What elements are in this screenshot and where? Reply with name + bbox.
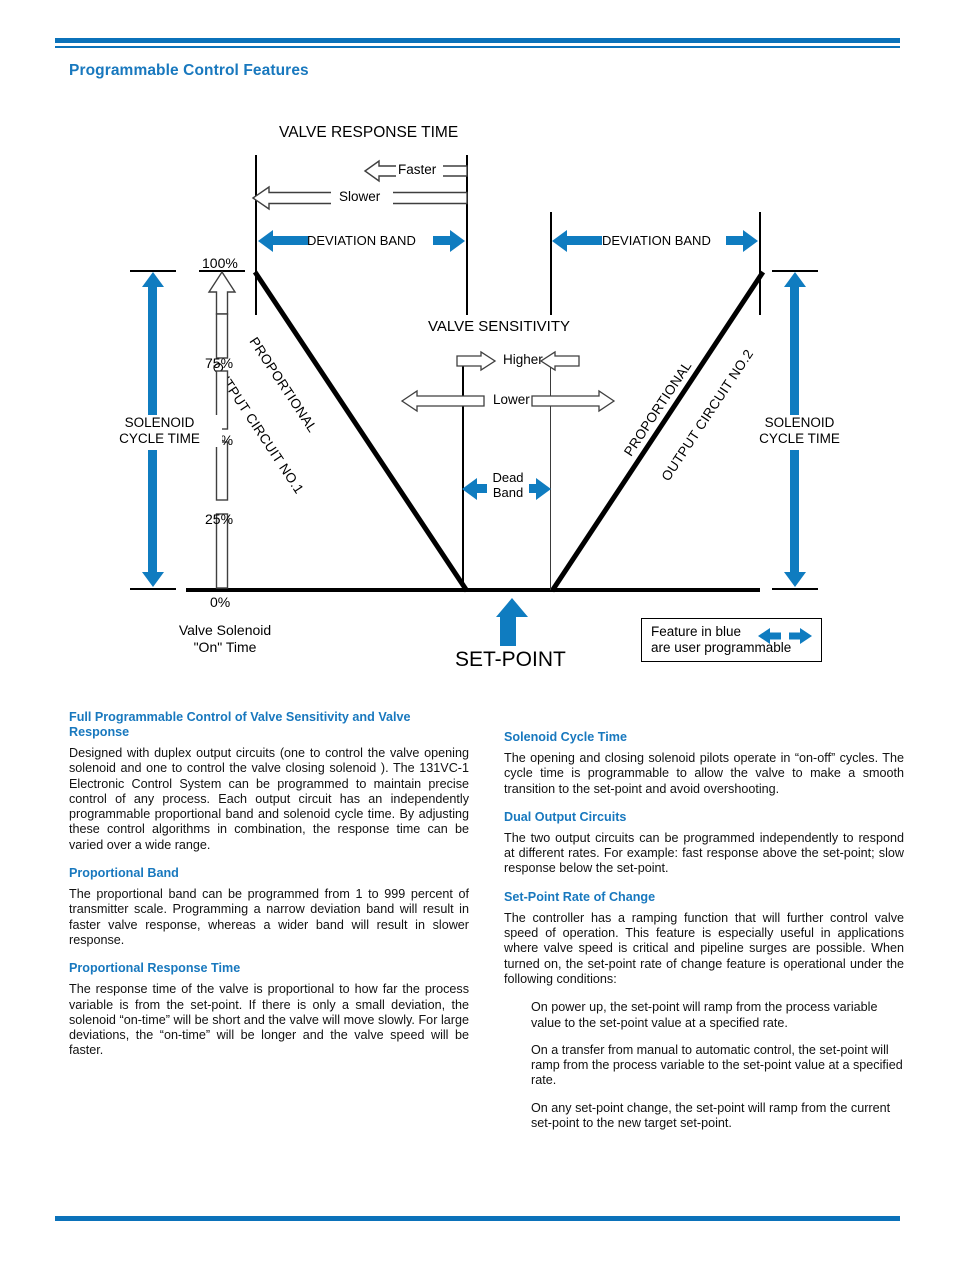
dead-band-line2: Band — [492, 485, 524, 500]
heading-solenoid-cycle-time: Solenoid Cycle Time — [504, 730, 627, 744]
bullet-setpoint-change: On any set-point change, the set-point w… — [531, 1100, 891, 1131]
deviation-band-left-head-right — [450, 230, 465, 252]
label-solenoid-cycle-time-left: SOLENOID CYCLE TIME — [97, 415, 222, 447]
label-higher: Higher — [503, 352, 543, 367]
axis-caption-line2: "On" Time — [193, 639, 257, 655]
page-title: Programmable Control Features — [69, 62, 309, 79]
solenoid-left-head-up — [142, 272, 164, 287]
heading-proportional-response-time: Proportional Response Time — [69, 961, 241, 976]
dead-band-line1: Dead — [492, 470, 524, 485]
diagram-title-valve-sensitivity: VALVE SENSITIVITY — [428, 318, 570, 335]
setpoint-arrow-bar — [500, 616, 516, 646]
deviation-band-right-head-left — [552, 230, 567, 252]
scale-label-100: 100% — [202, 255, 238, 271]
higher-arrow-left-icon — [456, 350, 497, 372]
label-lower: Lower — [493, 392, 530, 407]
solenoid-right-bar-upper — [790, 287, 799, 432]
label-faster: Faster — [396, 162, 439, 177]
solenoid-right-line1: SOLENOID — [764, 415, 835, 430]
header-rule-thick — [55, 38, 900, 43]
lower-arrow-left-icon — [400, 389, 485, 413]
deviation-band-right-bar-left — [567, 236, 602, 245]
para-solenoid-cycle-time: The opening and closing solenoid pilots … — [504, 751, 904, 796]
higher-arrow-right-icon — [539, 350, 580, 372]
solenoid-right-tick-bottom — [772, 588, 818, 590]
solenoid-right-head-down — [784, 572, 806, 587]
solenoid-left-line1: SOLENOID — [124, 415, 195, 430]
label-deviation-band-left: DEVIATION BAND — [307, 233, 416, 248]
column-right: Solenoid Cycle Time The opening and clos… — [504, 730, 904, 1143]
solenoid-right-bar-lower — [790, 450, 799, 572]
bullet-manual-to-automatic: On a transfer from manual to automatic c… — [531, 1042, 903, 1088]
dead-band-head-right — [536, 478, 551, 500]
para-dual-output-circuits: The two output circuits can be programme… — [504, 830, 904, 876]
deviation-band-right-head-right — [743, 230, 758, 252]
column-left: Full Programmable Control of Valve Sensi… — [69, 710, 469, 1059]
deviation-band-left-head-left — [258, 230, 273, 252]
solenoid-left-bar-lower — [148, 450, 157, 572]
deviation-band-left-bar-left — [273, 236, 308, 245]
heading-full-programmable-control: Full Programmable Control of Valve Sensi… — [69, 710, 411, 739]
solenoid-left-line2: CYCLE TIME — [119, 431, 200, 446]
setpoint-arrow-head — [496, 598, 528, 617]
label-dead-band: Dead Band — [487, 470, 529, 500]
label-setpoint: SET-POINT — [455, 648, 566, 671]
label-slower: Slower — [337, 189, 383, 204]
legend-blue-arrows-icon — [758, 628, 812, 644]
solenoid-left-tick-bottom — [130, 588, 176, 590]
axis-caption-valve-solenoid-on-time: Valve Solenoid "On" Time — [150, 622, 300, 656]
solenoid-right-head-up — [784, 272, 806, 287]
para-proportional-band: The proportional band can be programmed … — [69, 887, 469, 947]
label-deviation-band-right: DEVIATION BAND — [602, 233, 711, 248]
para-set-point-rate-of-change: The controller has a ramping function th… — [504, 910, 904, 986]
diagram-title-valve-response-time: VALVE RESPONSE TIME — [279, 124, 459, 141]
bullet-power-up: On power up, the set-point will ramp fro… — [531, 1000, 878, 1030]
footer-rule — [55, 1216, 900, 1221]
deviation-band-left-bar-right — [433, 236, 451, 245]
solenoid-right-line2: CYCLE TIME — [759, 431, 840, 446]
deviation-band-right-bar-right — [726, 236, 744, 245]
heading-set-point-rate-of-change: Set-Point Rate of Change — [504, 889, 656, 904]
heading-dual-output-circuits: Dual Output Circuits — [504, 809, 627, 824]
axis-caption-line1: Valve Solenoid — [178, 622, 272, 638]
lower-arrow-right-icon — [531, 389, 616, 413]
scale-label-25: 25% — [205, 511, 234, 527]
scale-label-0: 0% — [210, 594, 231, 610]
para-full-programmable-control: Designed with duplex output circuits (on… — [69, 746, 469, 852]
solenoid-left-head-down — [142, 572, 164, 587]
document-page: Programmable Control Features VALVE RESP… — [0, 0, 954, 1262]
para-proportional-response-time: The response time of the valve is propor… — [69, 982, 469, 1058]
dead-band-head-left — [462, 478, 477, 500]
heading-proportional-band: Proportional Band — [69, 866, 179, 881]
valve-control-diagram: VALVE RESPONSE TIME Faster Slower DEVIAT… — [0, 100, 954, 690]
scale-label-75: 75% — [205, 355, 234, 371]
header-rule-thin — [55, 46, 900, 48]
solenoid-left-bar-upper — [148, 287, 157, 432]
label-solenoid-cycle-time-right: SOLENOID CYCLE TIME — [737, 415, 862, 447]
